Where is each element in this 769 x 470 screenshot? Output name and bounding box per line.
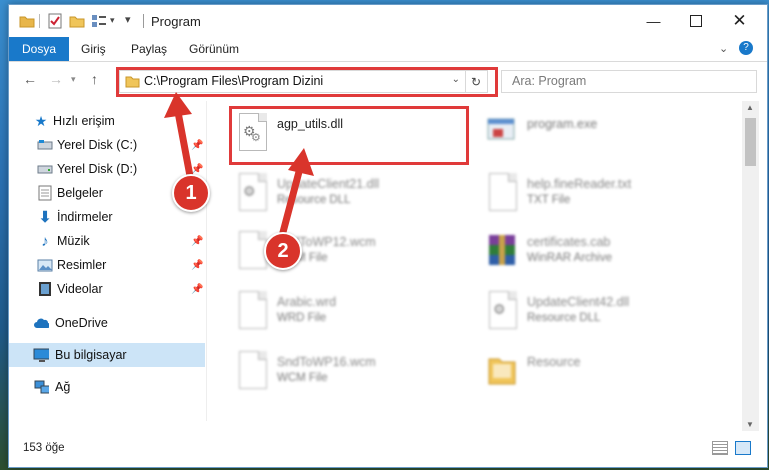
arrow-1-head — [164, 92, 192, 118]
arrow-2-shaft — [278, 164, 304, 240]
annotation-arrows — [164, 92, 314, 240]
arrow-1-shaft — [174, 108, 194, 180]
arrow-2-head — [288, 148, 314, 176]
callout-badge-1: 1 — [172, 174, 210, 212]
callout-badge-2: 2 — [264, 232, 302, 270]
